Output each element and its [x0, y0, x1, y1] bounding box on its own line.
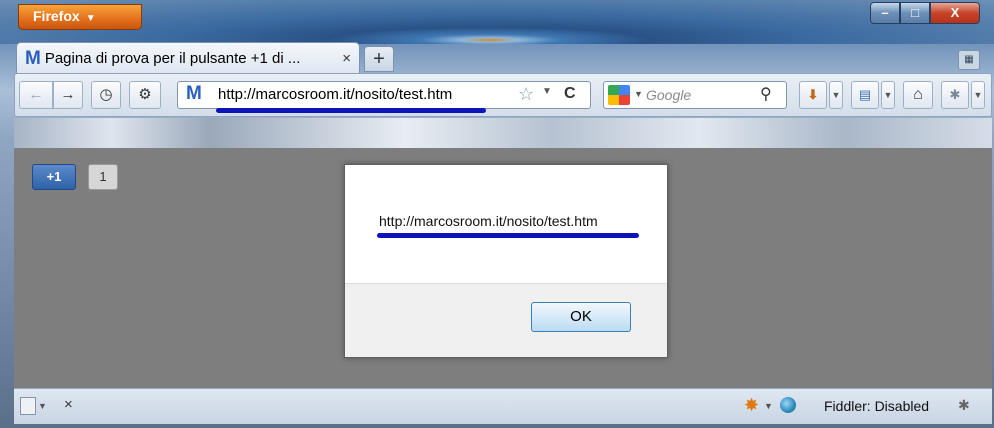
firefox-menu-button[interactable]: Firefox ▼	[18, 4, 142, 30]
search-engine-dropdown-icon[interactable]: ▼	[634, 89, 643, 99]
extension-icon[interactable]: ⚙	[129, 81, 161, 109]
back-button[interactable]: ←	[19, 81, 53, 109]
close-window-button[interactable]: X	[930, 2, 980, 24]
plus-one-button[interactable]: +1	[32, 164, 76, 190]
bookmarks-toolbar	[14, 118, 992, 148]
tab-close-button[interactable]: ×	[342, 50, 351, 67]
page-icon[interactable]	[20, 397, 36, 415]
addon-icon[interactable]: ✱	[941, 81, 969, 109]
url-highlight-underline	[216, 108, 486, 113]
tab-title: Pagina di prova per il pulsante +1 di ..…	[44, 50, 301, 67]
url-history-dropdown-icon[interactable]: ▼	[542, 86, 552, 97]
url-bar[interactable]: M http://marcosroom.it/nosito/test.htm ☆…	[177, 81, 591, 113]
magnifier-icon[interactable]: ⚲	[760, 84, 772, 104]
site-favicon-icon: M	[25, 47, 41, 69]
firefox-menu-label: Firefox	[33, 8, 80, 24]
browser-window: Firefox ▼ – □ X M Pagina di prova per il …	[0, 0, 994, 428]
dialog-message: http://marcosroom.it/nosito/test.htm	[379, 213, 598, 229]
bookmarks-dropdown-icon[interactable]: ▼	[881, 81, 895, 109]
status-bar: ▼ × ✸ ▼ Fiddler: Disabled ✱	[14, 388, 992, 424]
download-arrow-icon[interactable]: ⬇	[799, 81, 827, 109]
tab-list-icon[interactable]: ▦	[958, 50, 980, 70]
history-clock-icon[interactable]: ◷	[91, 81, 121, 109]
page-dropdown-icon[interactable]: ▼	[38, 401, 47, 411]
maximize-button[interactable]: □	[900, 2, 930, 24]
bookmark-star-icon[interactable]: ☆	[518, 84, 534, 105]
minimize-button[interactable]: –	[870, 2, 900, 24]
firebug-dropdown-icon[interactable]: ▼	[764, 401, 773, 411]
addon-dropdown-icon[interactable]: ▼	[971, 81, 985, 109]
page-content: +1 1 http://marcosroom.it/nosito/test.ht…	[14, 148, 992, 388]
url-favicon-icon: M	[186, 83, 202, 104]
tab-active[interactable]: M Pagina di prova per il pulsante +1 di …	[16, 42, 360, 74]
resize-grip-icon: ✱	[958, 397, 970, 413]
window-controls: – □ X	[870, 2, 980, 24]
chevron-down-icon: ▼	[85, 13, 96, 24]
title-bar: Firefox ▼ – □ X	[0, 0, 994, 44]
url-text[interactable]: http://marcosroom.it/nosito/test.htm	[218, 86, 452, 103]
search-placeholder[interactable]: Google	[646, 87, 691, 103]
home-icon[interactable]: ⌂	[903, 81, 933, 109]
ok-button[interactable]: OK	[531, 302, 631, 332]
globe-icon[interactable]	[780, 397, 796, 413]
dialog-footer: OK	[345, 283, 667, 357]
fiddler-status[interactable]: Fiddler: Disabled	[824, 398, 929, 414]
new-tab-button[interactable]: +	[364, 46, 394, 72]
bookmarks-icon[interactable]: ▤	[851, 81, 879, 109]
close-addon-bar-icon[interactable]: ×	[64, 396, 73, 413]
plus-one-count: 1	[88, 164, 118, 190]
navigation-toolbar: ← → ◷ ⚙ M http://marcosroom.it/nosito/te…	[14, 73, 992, 117]
download-dropdown-icon[interactable]: ▼	[829, 81, 843, 109]
alert-dialog: http://marcosroom.it/nosito/test.htm OK	[344, 164, 668, 358]
firebug-icon[interactable]: ✸	[744, 395, 759, 416]
reload-icon[interactable]: C	[564, 85, 576, 103]
message-highlight-underline	[377, 233, 639, 238]
google-logo-icon[interactable]	[608, 85, 630, 105]
search-box[interactable]: ▼ Google ⚲	[603, 81, 787, 109]
forward-button[interactable]: →	[53, 81, 83, 109]
